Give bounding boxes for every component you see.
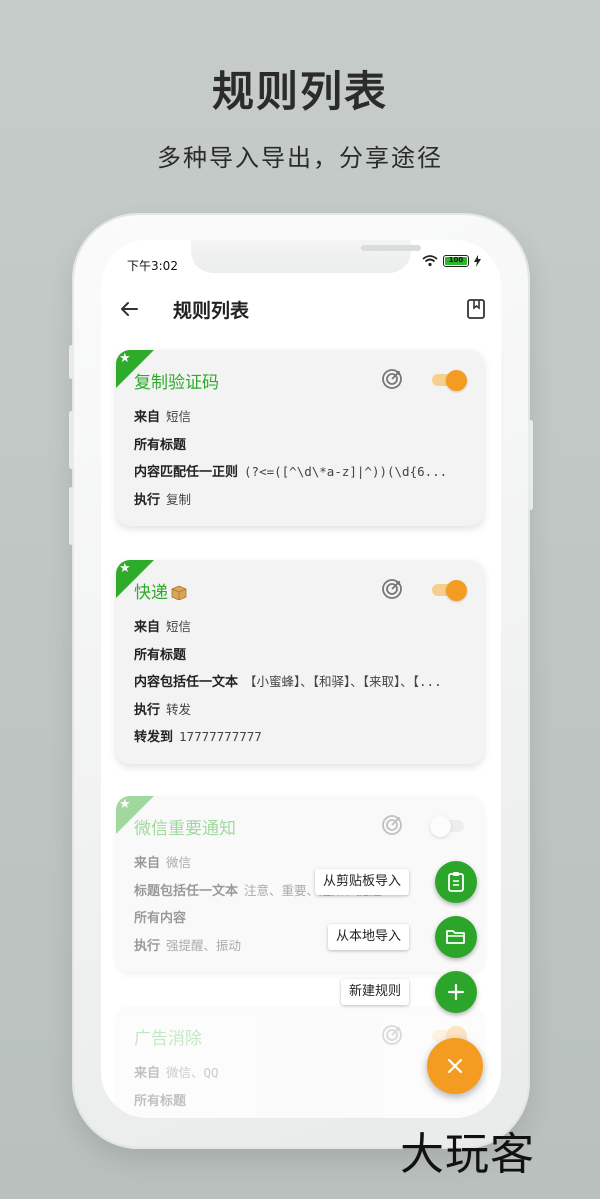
watermark-logo: 大玩客 [400,1129,535,1180]
app-screen: 下午3:02 100 规则列表 ★ 复制验证码 来自 短信 所有标题 内容匹配任… [101,240,501,1118]
import-local-button[interactable] [435,916,477,958]
star-icon: ★ [119,561,131,576]
rule-title: 复制验证码 [134,373,219,393]
target-icon[interactable] [380,813,404,837]
rule-enable-switch[interactable] [432,580,467,601]
phone-volume-down [69,487,74,545]
target-icon[interactable] [380,367,404,391]
rule-row: 执行 转发 [134,701,192,718]
rule-row: 执行 复制 [134,491,192,508]
new-rule-label[interactable]: 新建规则 [340,979,409,1005]
star-icon: ★ [119,351,131,366]
speaker [361,245,421,251]
phone-side-button [69,345,74,379]
target-icon[interactable] [380,1023,404,1047]
rule-card[interactable]: ★ 微信重要通知 来自 微信 标题包括任一文本 注意、重要、通知、提醒 所有内容 执… [116,796,484,972]
rule-card[interactable]: ★ 快递 来自 短信 所有标题 内容包括任一文本 【小蜜蜂】、【和驿】、【来取】、【… [116,560,484,764]
rule-row: 来自 微信 [134,855,192,871]
bookmark-icon[interactable] [465,297,487,321]
battery-level: 100 [445,257,467,265]
rule-row: 来自 短信 [134,619,192,635]
folder-icon [446,930,465,944]
phone-power-button [528,420,533,510]
import-local-label[interactable]: 从本地导入 [327,924,409,950]
page-title: 规则列表 [173,300,250,322]
status-time: 下午3:02 [127,259,178,273]
rule-row: 标题包括任一文本 注意、重要、通知、提醒 [134,882,382,899]
switch-knob [446,370,467,391]
star-icon: ★ [119,797,131,812]
close-icon [447,1058,463,1074]
rule-title: 微信重要通知 [134,819,236,839]
rule-row: 转发到 17777777777 [134,729,262,745]
rule-card[interactable]: ★ 复制验证码 来自 短信 所有标题 内容匹配任一正则 (?<=([^\d\*a-z… [116,350,484,526]
target-icon[interactable] [380,577,404,601]
clipboard-icon [448,872,464,892]
rule-row: 所有内容 [134,911,187,926]
import-clipboard-label[interactable]: 从剪贴板导入 [314,869,409,895]
rule-row: 所有标题 [134,647,187,663]
promo-title: 规则列表 [211,67,388,116]
rule-title: 快递 [134,578,188,603]
rule-row: 来自 微信、QQ [134,1065,219,1081]
fab-close-button[interactable] [427,1038,483,1094]
phone-frame: 下午3:02 100 规则列表 ★ 复制验证码 来自 短信 所有标题 内容匹配任… [69,215,533,1147]
rule-title: 广告消除 [134,1029,202,1049]
rule-row: 所有标题 [134,1093,187,1109]
notch [191,240,421,273]
battery-icon: 100 [443,255,469,267]
new-rule-button[interactable] [435,971,477,1013]
switch-knob [430,816,451,837]
rule-enable-switch[interactable] [432,370,467,391]
switch-knob [446,580,467,601]
top-app-bar: 规则列表 [101,292,501,332]
rule-row: 所有标题 [134,437,187,453]
rule-row: 来自 短信 [134,409,192,425]
back-arrow-icon[interactable] [117,297,141,321]
package-icon [171,585,187,600]
rule-enable-switch[interactable] [430,816,466,837]
rule-row: 内容匹配任一正则 (?<=([^\d\*a-z]|^))(\d{6... [134,464,448,480]
status-icons: 100 [422,255,481,267]
import-clipboard-button[interactable] [435,861,477,903]
plus-icon [447,983,465,1001]
phone-volume-up [69,411,74,469]
wifi-icon [422,255,438,267]
rule-row: 内容包括任一文本 【小蜜蜂】、【和驿】、【来取】、【... [134,674,442,690]
promo-subtitle: 多种导入导出，分享途径 [157,144,443,172]
rule-row: 执行 强提醒、振动 [134,937,242,954]
charging-icon [474,255,481,267]
